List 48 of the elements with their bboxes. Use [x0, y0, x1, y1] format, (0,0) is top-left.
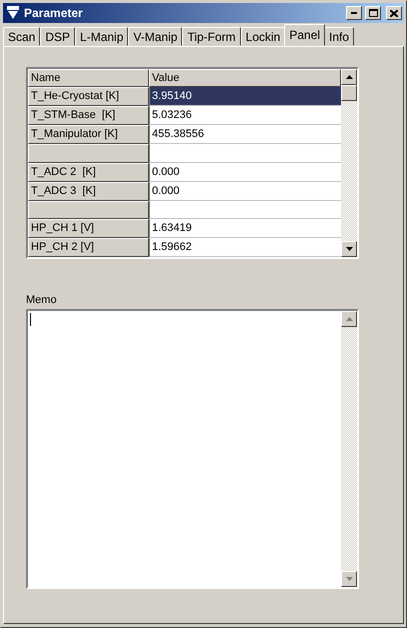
tab[interactable]: Lockin — [240, 27, 286, 46]
table-cell[interactable] — [149, 200, 341, 219]
row-header: T_ADC 3 [K] — [28, 182, 149, 201]
row-header: T_ADC 2 [K] — [28, 162, 149, 182]
window-title: Parameter — [24, 6, 84, 20]
tab[interactable]: Scan — [3, 27, 40, 46]
scroll-thumb[interactable] — [341, 85, 357, 101]
column-header[interactable]: Value — [149, 69, 341, 88]
table-cell[interactable]: 0.000 — [149, 182, 341, 201]
tab[interactable]: DSP — [40, 27, 76, 46]
minimize-button[interactable] — [346, 6, 362, 20]
app-icon — [5, 6, 21, 20]
table-cell[interactable]: 5.03236 — [149, 106, 341, 126]
minimize-icon — [351, 12, 357, 14]
close-icon — [390, 10, 398, 16]
table-cell[interactable]: 0.000 — [149, 162, 341, 182]
row-header: T_He-Cryostat [K] — [28, 87, 149, 106]
down-arrow-icon — [346, 577, 352, 581]
vertical-scrollbar[interactable] — [341, 69, 357, 257]
column-header[interactable]: Name — [28, 69, 149, 88]
up-arrow-icon — [346, 317, 352, 321]
tab[interactable]: L-Manip — [75, 27, 128, 46]
down-arrow-icon — [346, 247, 352, 251]
vertical-scrollbar[interactable] — [341, 311, 357, 587]
tab[interactable]: Tip-Form — [182, 27, 241, 46]
tab[interactable]: Panel — [284, 24, 326, 46]
row-header: T_STM-Base [K] — [28, 106, 149, 126]
table-cell[interactable]: 1.63419 — [149, 218, 341, 238]
maximize-button[interactable] — [365, 6, 381, 20]
row-header: T_Manipulator [K] — [28, 125, 149, 144]
up-arrow-icon — [346, 75, 352, 79]
row-header: HP_CH 1 [V] — [28, 218, 149, 238]
memo-label: Memo — [26, 294, 58, 306]
memo-field[interactable] — [26, 309, 359, 589]
table-cell[interactable]: 3.95140 — [149, 87, 341, 106]
scroll-down-button[interactable] — [341, 241, 357, 257]
tab[interactable]: Info — [324, 27, 354, 46]
scroll-up-button[interactable] — [341, 69, 357, 85]
table-cell[interactable]: 1.59662 — [149, 238, 341, 257]
table-cell[interactable]: 455.38556 — [149, 125, 341, 144]
close-button[interactable] — [386, 6, 402, 20]
row-header: HP_CH 2 [V] — [28, 238, 149, 257]
tab[interactable]: V-Manip — [128, 27, 182, 46]
text-cursor — [30, 313, 31, 326]
maximize-icon — [368, 9, 378, 17]
scroll-down-button[interactable] — [341, 571, 357, 587]
scroll-up-button[interactable] — [341, 311, 357, 327]
table-cell[interactable] — [149, 144, 341, 163]
